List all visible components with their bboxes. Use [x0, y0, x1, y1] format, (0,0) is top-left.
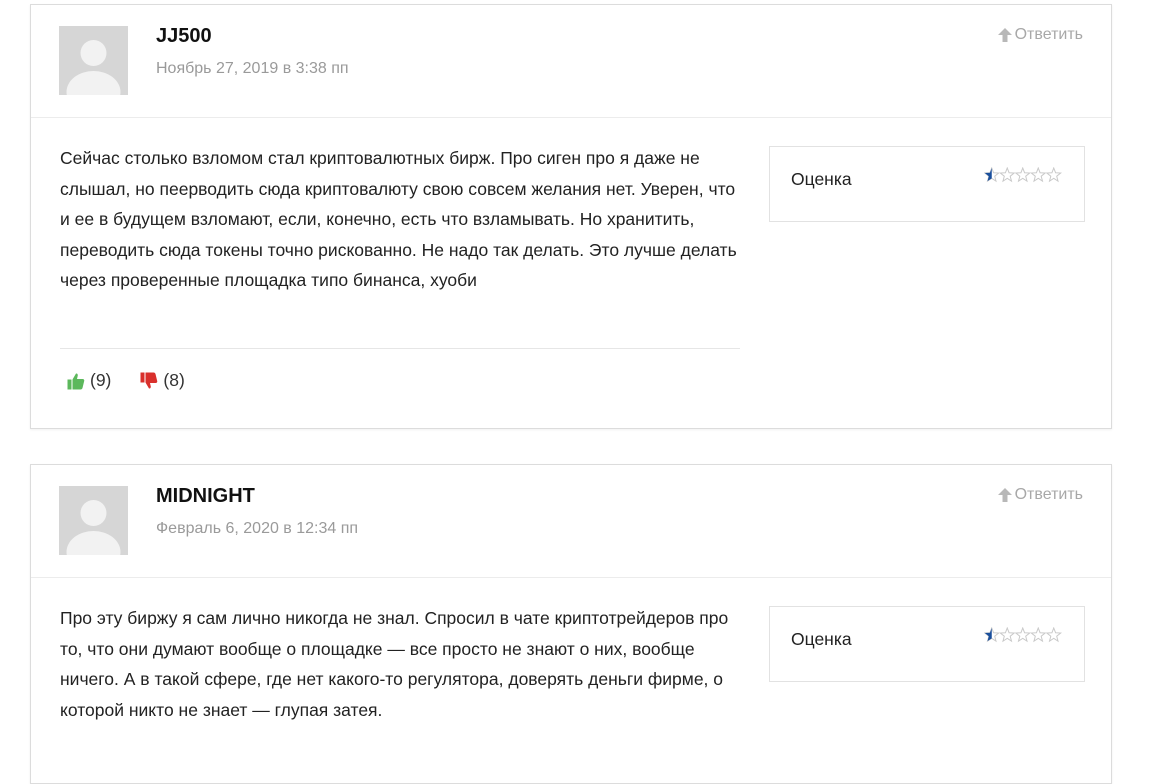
star-icon: [1014, 166, 1031, 183]
comment-text: Про эту биржу я сам лично никогда не зна…: [60, 608, 729, 720]
star-icon: [999, 626, 1016, 643]
star-icon: [1030, 626, 1047, 643]
thumbs-up-icon: [67, 372, 85, 389]
reply-button[interactable]: Ответить: [997, 486, 1083, 504]
reply-label: Ответить: [1014, 26, 1083, 43]
avatar: [59, 486, 128, 555]
comment-author: MIDNIGHT: [156, 485, 255, 507]
star-icon: [1014, 626, 1031, 643]
comment-header: MIDNIGHT Февраль 6, 2020 в 12:34 пп Отве…: [31, 465, 1111, 578]
star-rating: [983, 166, 1062, 188]
rating-stars: [983, 166, 1062, 183]
comment-header: JJ500 Ноябрь 27, 2019 в 3:38 пп Ответить: [31, 5, 1111, 118]
comment-date: Ноябрь 27, 2019 в 3:38 пп: [156, 60, 349, 77]
vote-bar: (9) (8): [66, 370, 213, 391]
comment-card: JJ500 Ноябрь 27, 2019 в 3:38 пп Ответить…: [30, 4, 1112, 429]
arrow-up-icon: [997, 28, 1012, 42]
reply-label: Ответить: [1014, 486, 1083, 503]
star-icon: [1045, 166, 1062, 183]
user-placeholder-icon: [59, 486, 128, 555]
star-rating: [983, 626, 1062, 648]
star-icon: [983, 626, 1000, 643]
star-icon: [1045, 626, 1062, 643]
divider: [60, 348, 740, 349]
star-icon: [983, 166, 1000, 183]
like-button[interactable]: (9): [66, 370, 111, 391]
comment-date: Февраль 6, 2020 в 12:34 пп: [156, 520, 359, 537]
like-count: (9): [90, 370, 112, 390]
comment-author: JJ500: [156, 25, 212, 47]
comment-card: MIDNIGHT Февраль 6, 2020 в 12:34 пп Отве…: [30, 464, 1112, 784]
user-placeholder-icon: [59, 26, 128, 95]
rating-label: Оценка: [791, 629, 852, 649]
reply-button[interactable]: Ответить: [997, 26, 1083, 44]
avatar: [59, 26, 128, 95]
thumbs-down-icon: [140, 372, 158, 389]
rating-box: Оценка: [769, 606, 1085, 682]
star-icon: [999, 166, 1016, 183]
comment-text: Сейчас столько взломом стал криптовалютн…: [60, 148, 737, 290]
dislike-button[interactable]: (8): [139, 370, 185, 391]
rating-box: Оценка: [769, 146, 1085, 222]
rating-stars: [983, 626, 1062, 643]
arrow-up-icon: [997, 488, 1012, 502]
dislike-count: (8): [163, 370, 185, 390]
star-icon: [1030, 166, 1047, 183]
rating-label: Оценка: [791, 169, 852, 189]
